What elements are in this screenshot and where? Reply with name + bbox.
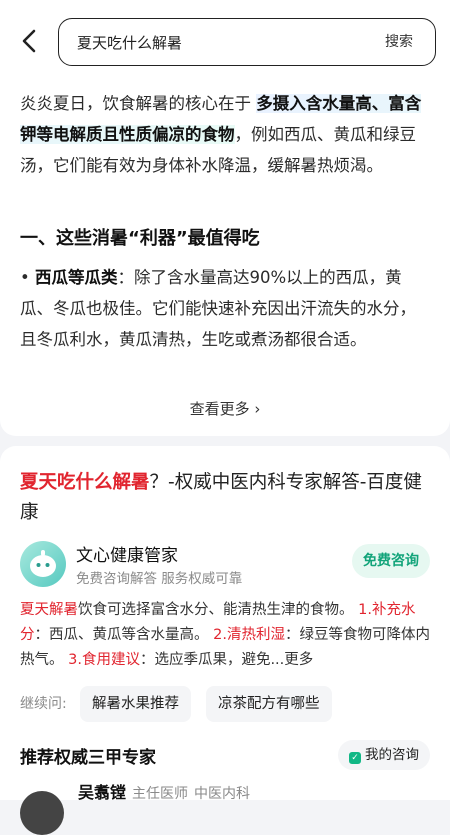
chevron-right-icon: ›	[254, 400, 261, 418]
doctor-name[interactable]: 吴翥镗 主任医师 中医内科	[78, 779, 250, 803]
ai-summary-card: 炎炎夏日，饮食解暑的核心在于 多摄入含水量高、富含钾等电解质且性质偏凉的食物，例…	[0, 80, 450, 436]
result-title[interactable]: 夏天吃什么解暑？-权威中医内科专家解答-百度健康	[20, 468, 435, 528]
see-more-button[interactable]: 查看更多 ›	[0, 398, 450, 419]
account-name[interactable]: 文心健康管家	[76, 541, 178, 566]
follow-up-chip[interactable]: 凉茶配方有哪些	[206, 686, 332, 722]
top-bar: 搜索	[0, 0, 450, 80]
search-input[interactable]	[75, 19, 369, 67]
doctor-avatar[interactable]	[20, 791, 64, 835]
answer-more-link: ...更多	[270, 652, 314, 668]
section-heading: 一、这些消暑“利器”最值得吃	[20, 228, 260, 249]
answer-text[interactable]: 夏天解暑饮食可选择富含水分、能清热生津的食物。 1.补充水分：西瓜、黄瓜等含水量…	[20, 598, 432, 673]
robot-avatar-icon	[20, 541, 66, 587]
result-card: 夏天吃什么解暑？-权威中医内科专家解答-百度健康 文心健康管家 免费咨询解答 服…	[0, 446, 450, 835]
recommend-title: 推荐权威三甲专家	[20, 748, 156, 768]
follow-up-chip[interactable]: 解暑水果推荐	[80, 686, 191, 722]
ai-summary-intro: 炎炎夏日，饮食解暑的核心在于 多摄入含水量高、富含钾等电解质且性质偏凉的食物，例…	[20, 94, 422, 175]
back-arrow-icon[interactable]	[14, 26, 44, 56]
search-button[interactable]: 搜索	[385, 19, 413, 65]
free-consult-button[interactable]: 免费咨询	[352, 544, 430, 578]
check-icon: ✓	[349, 752, 361, 764]
my-consult-button[interactable]: ✓ 我的咨询	[338, 740, 430, 770]
follow-up-label: 继续问:	[20, 696, 67, 712]
account-subtitle: 免费咨询解答 服务权威可靠	[76, 571, 243, 587]
search-box: 搜索	[58, 18, 436, 67]
